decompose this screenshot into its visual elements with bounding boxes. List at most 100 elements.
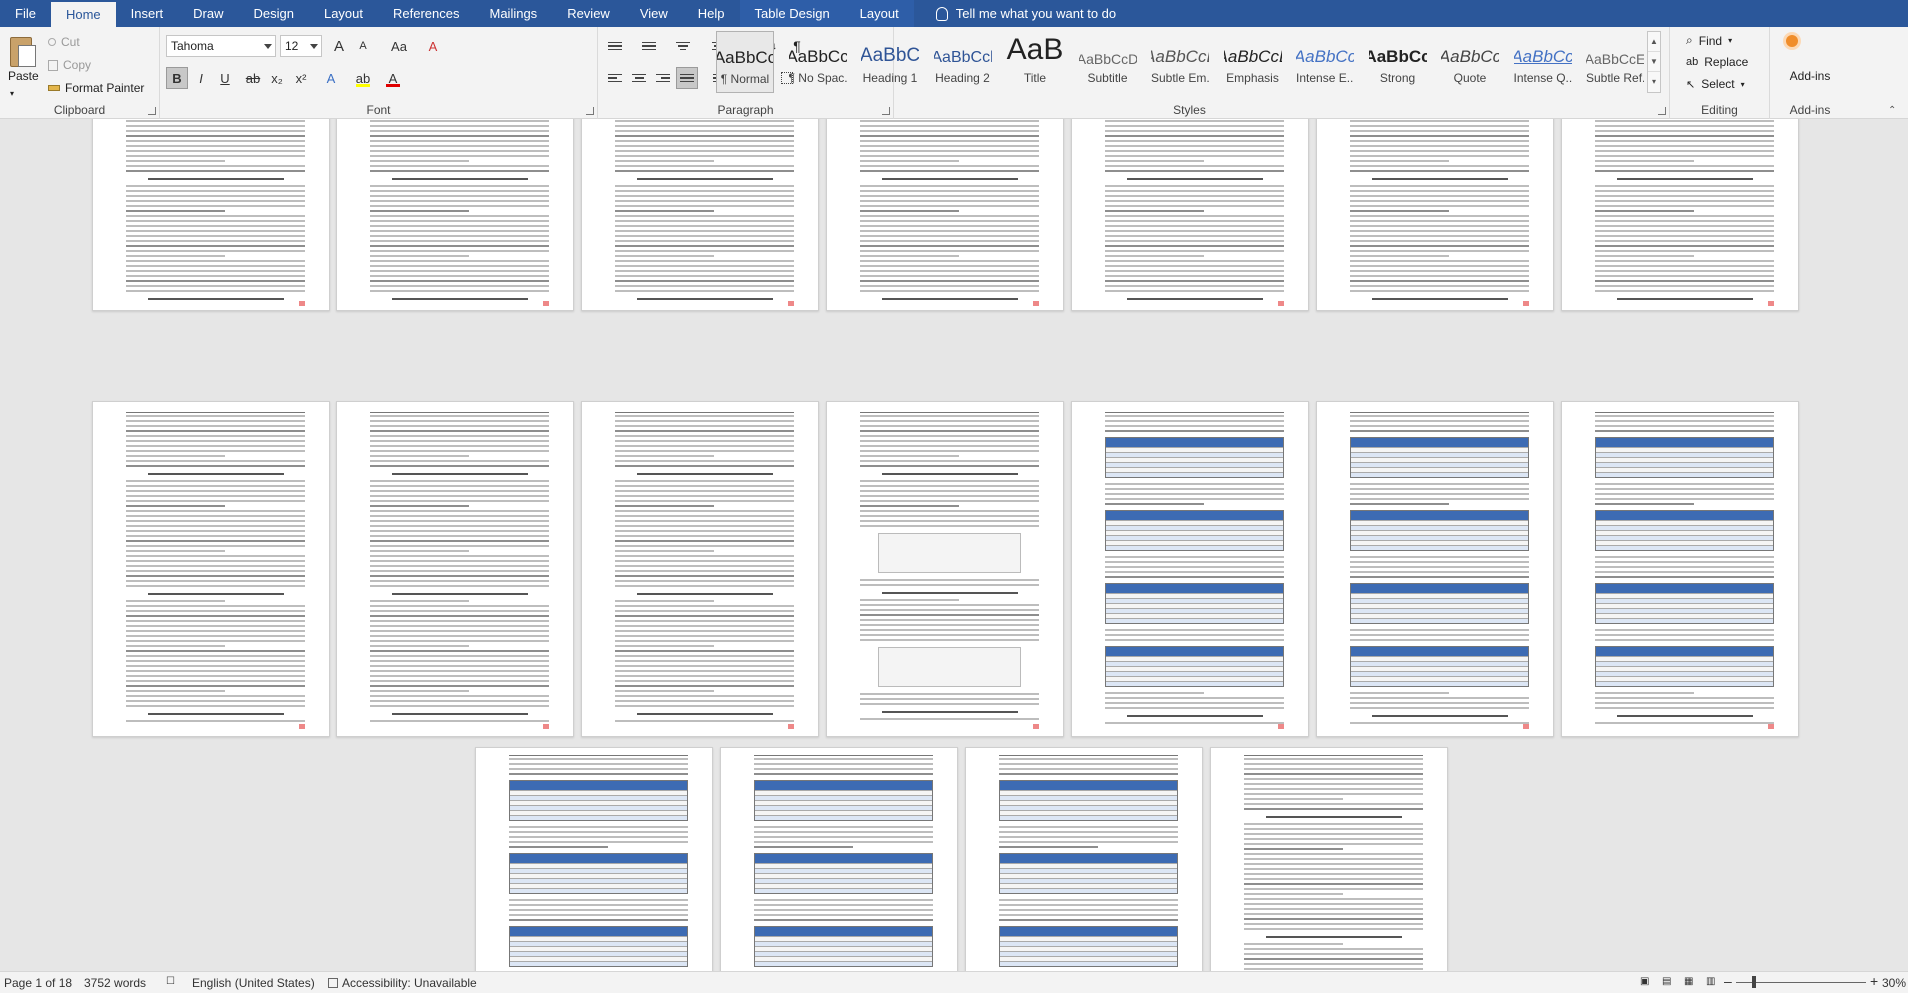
tab-review[interactable]: Review (552, 0, 625, 27)
text-line (1595, 239, 1775, 242)
accessibility-indicator[interactable]: Accessibility: Unavailable (328, 976, 477, 990)
cut-button[interactable]: Cut (48, 35, 80, 49)
replace-button[interactable]: ab Replace (1686, 55, 1748, 69)
document-page[interactable] (826, 119, 1064, 311)
document-page[interactable] (1316, 119, 1554, 311)
document-page[interactable] (336, 401, 574, 737)
page-header-rule (860, 412, 1040, 414)
style-item[interactable]: AaBbCc ¶ No Spac... (789, 31, 847, 93)
document-page[interactable] (92, 401, 330, 737)
style-gallery-scrollbar[interactable]: ▲ ▼ ▾ (1647, 31, 1661, 93)
align-right-button[interactable] (652, 67, 674, 89)
addins-button-label[interactable]: Add-ins (1770, 69, 1850, 83)
style-item[interactable]: AaBbCc ¶ Normal (716, 31, 774, 93)
font-color-button[interactable]: A (382, 67, 404, 89)
superscript-button[interactable]: x² (290, 67, 312, 89)
document-page[interactable] (475, 747, 713, 971)
document-page[interactable] (1071, 119, 1309, 311)
document-page[interactable] (336, 119, 574, 311)
justify-button[interactable] (676, 67, 698, 89)
style-item[interactable]: AaBbC Heading 1 (861, 31, 919, 93)
document-page[interactable] (720, 747, 958, 971)
document-page[interactable] (1561, 119, 1799, 311)
document-page[interactable] (581, 119, 819, 311)
style-item[interactable]: AaBbCc Quote (1441, 31, 1499, 93)
document-page[interactable] (1561, 401, 1799, 737)
font-name-combo[interactable]: Tahoma (166, 35, 276, 57)
style-item[interactable]: AaBbCcL Emphasis (1224, 31, 1282, 93)
select-button[interactable]: ↖ Select ▾ (1686, 77, 1745, 91)
paste-button-label[interactable]: Paste (8, 69, 39, 83)
zoom-slider-thumb[interactable] (1752, 976, 1756, 988)
tab-table-design[interactable]: Table Design (739, 0, 845, 27)
clipboard-launcher-icon[interactable] (148, 107, 156, 115)
style-item[interactable]: AaBbCc Strong (1369, 31, 1427, 93)
tab-references[interactable]: References (378, 0, 474, 27)
tab-table-layout[interactable]: Layout (844, 0, 914, 27)
tab-help[interactable]: Help (683, 0, 740, 27)
style-item[interactable]: AaBbCcE Subtle Ref... (1586, 31, 1644, 93)
multilevel-list-button[interactable] (672, 35, 694, 57)
tab-design[interactable]: Design (239, 0, 309, 27)
web-layout-icon[interactable]: ▥ (1706, 976, 1715, 987)
focus-mode-icon[interactable]: ▣ (1640, 976, 1649, 987)
paste-icon[interactable] (8, 33, 38, 69)
read-mode-icon[interactable]: ▤ (1662, 976, 1671, 987)
italic-button[interactable]: I (190, 67, 212, 89)
style-item[interactable]: AaB Title (1006, 31, 1064, 93)
collapse-ribbon-icon[interactable]: ⌃ (1888, 105, 1896, 116)
document-page[interactable] (826, 401, 1064, 737)
document-page[interactable] (581, 401, 819, 737)
numbering-button[interactable] (638, 35, 660, 57)
styles-launcher-icon[interactable] (1658, 107, 1666, 115)
document-page[interactable] (1210, 747, 1448, 971)
zoom-level[interactable]: 30% (1882, 976, 1906, 990)
tell-me-search[interactable]: Tell me what you want to do (914, 0, 1116, 27)
align-left-button[interactable] (604, 67, 626, 89)
addins-icon[interactable] (1786, 35, 1798, 47)
strikethrough-button[interactable]: ab (242, 67, 264, 89)
style-item[interactable]: AaBbCc Intense Q... (1514, 31, 1572, 93)
text-effects-button[interactable]: A (320, 67, 342, 89)
bullets-button[interactable] (604, 35, 626, 57)
proofing-icon[interactable]: ☐ (166, 976, 175, 987)
word-count[interactable]: 3752 words (84, 976, 146, 990)
align-center-button[interactable] (628, 67, 650, 89)
shrink-font-button[interactable]: A (352, 35, 374, 57)
print-layout-icon[interactable]: ▦ (1684, 976, 1693, 987)
style-item[interactable]: AaBbCcL Subtle Em... (1151, 31, 1209, 93)
tab-file[interactable]: File (0, 0, 51, 27)
language-indicator[interactable]: English (United States) (192, 976, 315, 990)
document-area[interactable] (0, 119, 1908, 971)
page-count[interactable]: Page 1 of 18 (4, 976, 72, 990)
find-button[interactable]: ⌕ Find ▾ (1686, 33, 1732, 48)
grow-font-button[interactable]: A (328, 35, 350, 57)
tab-home[interactable]: Home (50, 2, 116, 27)
tab-view[interactable]: View (625, 0, 683, 27)
paste-dropdown-icon[interactable]: ▾ (10, 89, 14, 98)
change-case-button[interactable]: Aa (382, 35, 416, 57)
tab-insert[interactable]: Insert (116, 0, 179, 27)
subscript-button[interactable]: x₂ (266, 67, 288, 89)
document-page[interactable] (965, 747, 1203, 971)
zoom-out-button[interactable]: – (1724, 973, 1732, 989)
zoom-in-button[interactable]: + (1870, 973, 1878, 989)
style-item[interactable]: AaBbCc Intense E... (1296, 31, 1354, 93)
font-launcher-icon[interactable] (586, 107, 594, 115)
copy-button[interactable]: Copy (48, 58, 91, 72)
style-item[interactable]: AaBbCcD Subtitle (1079, 31, 1137, 93)
font-size-combo[interactable]: 12 (280, 35, 322, 57)
tab-layout[interactable]: Layout (309, 0, 378, 27)
text-line (509, 845, 608, 848)
style-item[interactable]: AaBbCcl Heading 2 (934, 31, 992, 93)
highlight-button[interactable]: ab (352, 67, 374, 89)
tab-draw[interactable]: Draw (178, 0, 238, 27)
underline-button[interactable]: U (214, 67, 236, 89)
document-page[interactable] (92, 119, 330, 311)
format-painter-button[interactable]: Format Painter (48, 81, 144, 95)
document-page[interactable] (1071, 401, 1309, 737)
bold-button[interactable]: B (166, 67, 188, 89)
clear-formatting-button[interactable]: A (422, 35, 444, 57)
document-page[interactable] (1316, 401, 1554, 737)
tab-mailings[interactable]: Mailings (475, 0, 553, 27)
